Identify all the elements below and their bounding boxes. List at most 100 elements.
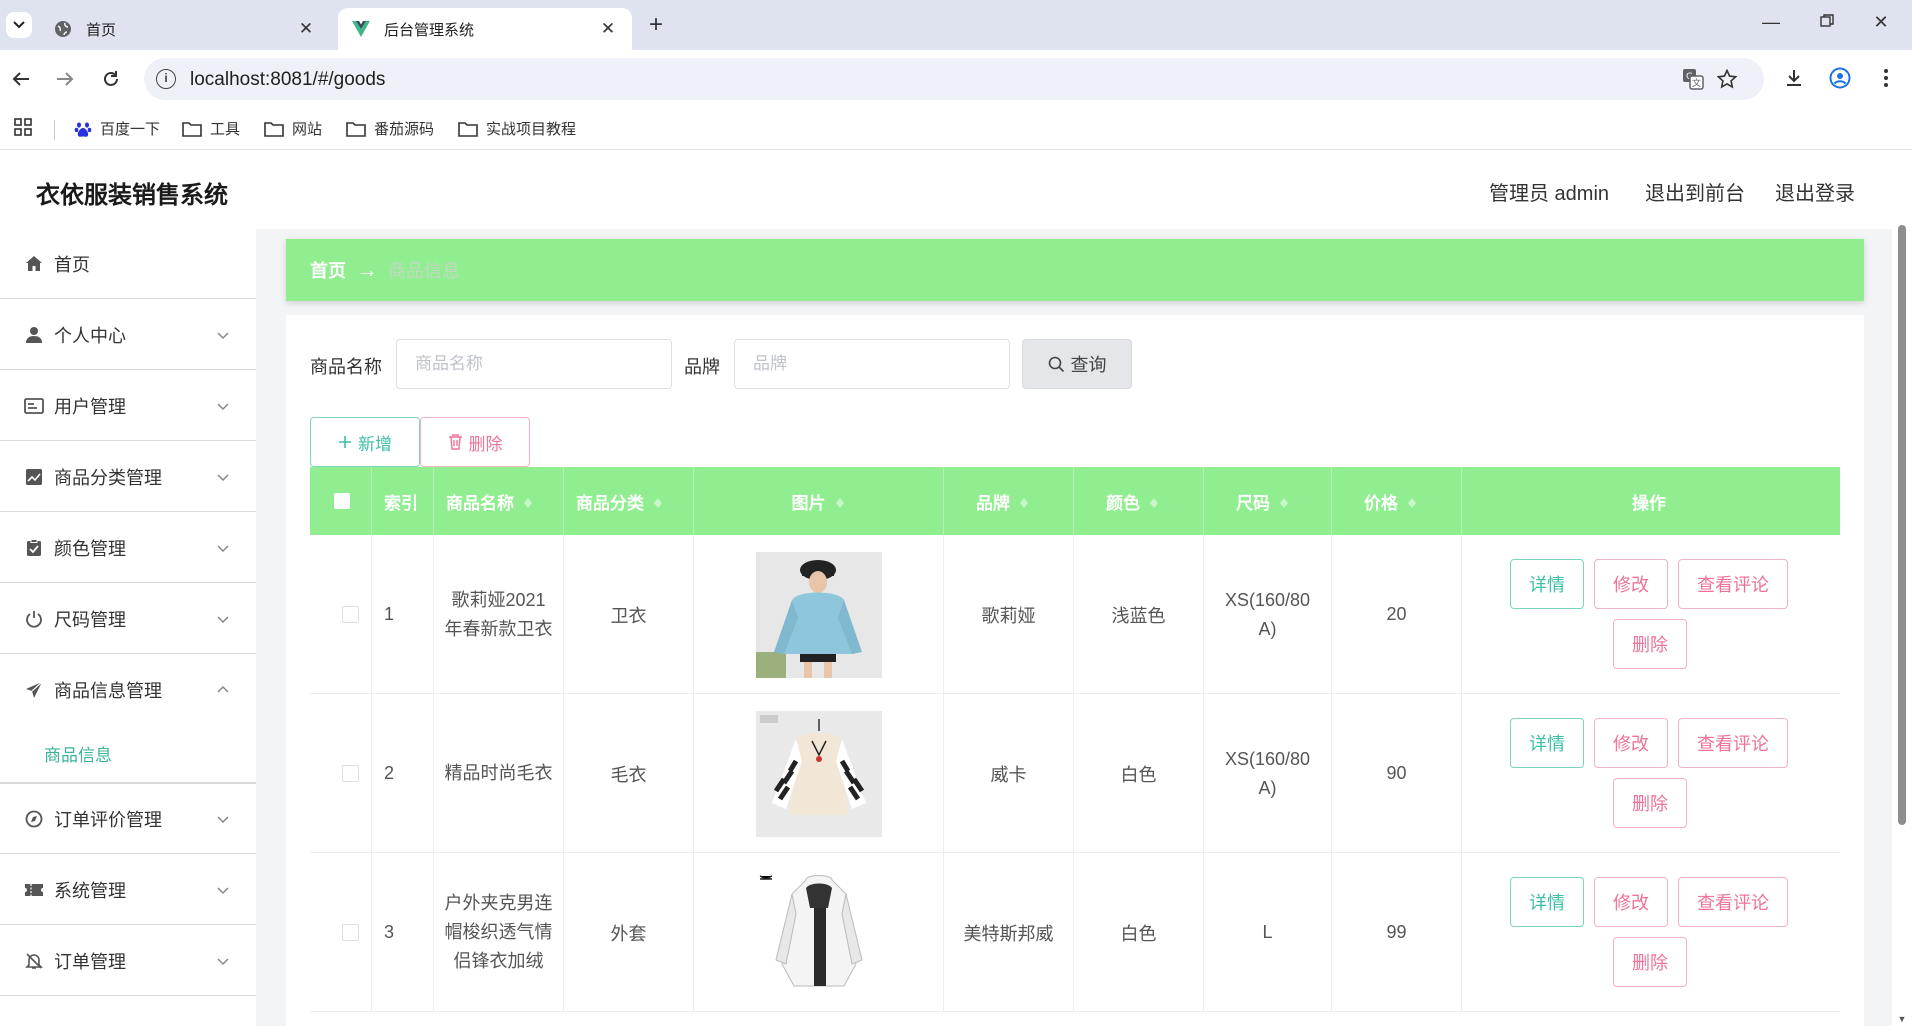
bookmark-star-icon[interactable] bbox=[1716, 68, 1738, 90]
folder-icon bbox=[182, 121, 202, 137]
sidebar-item-orders[interactable]: 订单管理 bbox=[0, 926, 256, 996]
query-button[interactable]: 查询 bbox=[1022, 339, 1132, 389]
edit-button[interactable]: 修改 bbox=[1594, 877, 1668, 927]
scrollbar-thumb[interactable] bbox=[1898, 225, 1906, 825]
tab-close-icon[interactable]: ✕ bbox=[598, 19, 618, 39]
delete-row-button[interactable]: 删除 bbox=[1613, 778, 1687, 828]
sidebar-item-profile[interactable]: 个人中心 bbox=[0, 300, 256, 370]
cell-actions: 详情 修改 查看评论 删除 bbox=[1462, 694, 1836, 853]
exit-to-frontend-link[interactable]: 退出到前台 bbox=[1645, 177, 1745, 206]
bookmark-folder-sites[interactable]: 网站 bbox=[264, 118, 322, 139]
forward-button[interactable] bbox=[50, 64, 80, 94]
chevron-down-icon bbox=[217, 403, 229, 411]
sidebar-subitem-goods[interactable]: 商品信息 bbox=[44, 741, 112, 766]
logout-link[interactable]: 退出登录 bbox=[1775, 177, 1855, 206]
translate-icon[interactable]: G文 bbox=[1682, 68, 1704, 90]
row-checkbox[interactable] bbox=[342, 924, 359, 941]
column-header-image[interactable]: 图片 bbox=[694, 467, 944, 535]
column-header-category[interactable]: 商品分类 bbox=[564, 467, 694, 535]
view-comments-button[interactable]: 查看评论 bbox=[1678, 718, 1788, 768]
sort-icon[interactable] bbox=[652, 493, 664, 509]
column-header-name[interactable]: 商品名称 bbox=[434, 467, 564, 535]
chart-icon bbox=[24, 467, 44, 487]
browser-tab-admin[interactable]: 后台管理系统 ✕ bbox=[338, 8, 632, 50]
column-header-size[interactable]: 尺码 bbox=[1204, 467, 1332, 535]
row-checkbox[interactable] bbox=[342, 606, 359, 623]
sort-icon[interactable] bbox=[1018, 493, 1030, 509]
batch-delete-button[interactable]: 删除 bbox=[420, 417, 530, 467]
table-row: 1 歌莉娅2021年春新款卫衣 卫衣 歌莉娅 浅蓝色 XS(160/80A) 2… bbox=[310, 535, 1840, 694]
breadcrumb-home[interactable]: 首页 bbox=[310, 257, 346, 283]
bookmark-folder-tutorials[interactable]: 实战项目教程 bbox=[458, 118, 576, 139]
sidebar-item-goods-info[interactable]: 商品信息管理 bbox=[0, 655, 256, 725]
bookmark-folder-fanqie[interactable]: 番茄源码 bbox=[346, 118, 434, 139]
sort-icon[interactable] bbox=[1148, 493, 1160, 509]
row-checkbox[interactable] bbox=[342, 765, 359, 782]
product-image-sweater[interactable] bbox=[755, 710, 882, 837]
sidebar-item-system[interactable]: 系统管理 bbox=[0, 855, 256, 925]
sort-icon[interactable] bbox=[1406, 493, 1418, 509]
back-button[interactable] bbox=[6, 64, 36, 94]
browser-tab-home[interactable]: 首页 ✕ bbox=[40, 8, 330, 50]
select-all-checkbox[interactable] bbox=[334, 493, 350, 509]
cell-image bbox=[694, 535, 944, 694]
chevron-down-icon bbox=[217, 816, 229, 824]
scroll-down-arrow-icon[interactable]: ▼ bbox=[1896, 1014, 1908, 1026]
site-info-icon[interactable]: i bbox=[156, 69, 176, 89]
table-row: 2 精品时尚毛衣 毛衣 威卡 白色 XS(160/80A) 90 详情 修改 查… bbox=[310, 694, 1840, 853]
cell-actions: 详情 修改 查看评论 删除 bbox=[1462, 535, 1836, 694]
apps-grid-icon[interactable] bbox=[14, 118, 32, 136]
sort-icon[interactable] bbox=[1278, 493, 1290, 509]
delete-row-button[interactable]: 删除 bbox=[1613, 937, 1687, 987]
sort-icon[interactable] bbox=[834, 493, 846, 509]
close-window-button[interactable]: ✕ bbox=[1866, 12, 1896, 33]
column-header-brand[interactable]: 品牌 bbox=[944, 467, 1074, 535]
more-menu-icon[interactable] bbox=[1872, 64, 1900, 92]
tab-search-button[interactable] bbox=[6, 12, 32, 38]
detail-button[interactable]: 详情 bbox=[1510, 559, 1584, 609]
tab-close-icon[interactable]: ✕ bbox=[296, 19, 316, 39]
reload-button[interactable] bbox=[96, 64, 126, 94]
bookmark-baidu[interactable]: 百度一下 bbox=[74, 118, 160, 139]
sidebar-item-order-review[interactable]: 订单评价管理 bbox=[0, 784, 256, 854]
restore-button[interactable] bbox=[1812, 12, 1842, 33]
column-header-price[interactable]: 价格 bbox=[1332, 467, 1462, 535]
add-button[interactable]: 新增 bbox=[310, 417, 420, 467]
sidebar-item-label: 商品分类管理 bbox=[54, 467, 162, 488]
sidebar-item-category[interactable]: 商品分类管理 bbox=[0, 442, 256, 512]
sidebar-item-users[interactable]: 用户管理 bbox=[0, 371, 256, 441]
download-icon[interactable] bbox=[1780, 64, 1808, 92]
cell-name: 精品时尚毛衣 bbox=[434, 694, 564, 853]
page-scrollbar[interactable]: ▼ bbox=[1896, 225, 1908, 1026]
cell-brand: 威卡 bbox=[944, 694, 1074, 853]
column-header-color[interactable]: 颜色 bbox=[1074, 467, 1204, 535]
edit-button[interactable]: 修改 bbox=[1594, 718, 1668, 768]
view-comments-button[interactable]: 查看评论 bbox=[1678, 877, 1788, 927]
goods-name-input[interactable] bbox=[396, 339, 672, 389]
new-tab-button[interactable]: + bbox=[642, 12, 670, 38]
edit-button[interactable]: 修改 bbox=[1594, 559, 1668, 609]
sidebar-item-color[interactable]: 颜色管理 bbox=[0, 513, 256, 583]
product-image-jacket[interactable] bbox=[755, 869, 882, 996]
sort-icon[interactable] bbox=[522, 493, 534, 509]
bookmark-folder-tools[interactable]: 工具 bbox=[182, 118, 240, 139]
baidu-paw-icon bbox=[74, 120, 92, 138]
delete-row-button[interactable]: 删除 bbox=[1613, 619, 1687, 669]
minimize-button[interactable]: — bbox=[1756, 12, 1786, 33]
sidebar-item-label: 尺码管理 bbox=[54, 609, 126, 630]
brand-input[interactable] bbox=[734, 339, 1010, 389]
sidebar-item-size[interactable]: 尺码管理 bbox=[0, 584, 256, 654]
product-image-hoodie[interactable] bbox=[755, 551, 882, 678]
cell-category: 外套 bbox=[564, 853, 694, 1012]
bell-off-icon bbox=[24, 951, 44, 971]
detail-button[interactable]: 详情 bbox=[1510, 877, 1584, 927]
cell-category: 卫衣 bbox=[564, 535, 694, 694]
view-comments-button[interactable]: 查看评论 bbox=[1678, 559, 1788, 609]
address-bar[interactable]: i localhost:8081/#/goods G文 bbox=[144, 58, 1764, 100]
profile-icon[interactable] bbox=[1826, 64, 1854, 92]
detail-button[interactable]: 详情 bbox=[1510, 718, 1584, 768]
url-text: localhost:8081/#/goods bbox=[190, 69, 386, 90]
sidebar-item-home[interactable]: 首页 bbox=[0, 229, 256, 299]
add-button-label: 新增 bbox=[358, 434, 392, 454]
bookmark-label: 实战项目教程 bbox=[486, 121, 577, 138]
